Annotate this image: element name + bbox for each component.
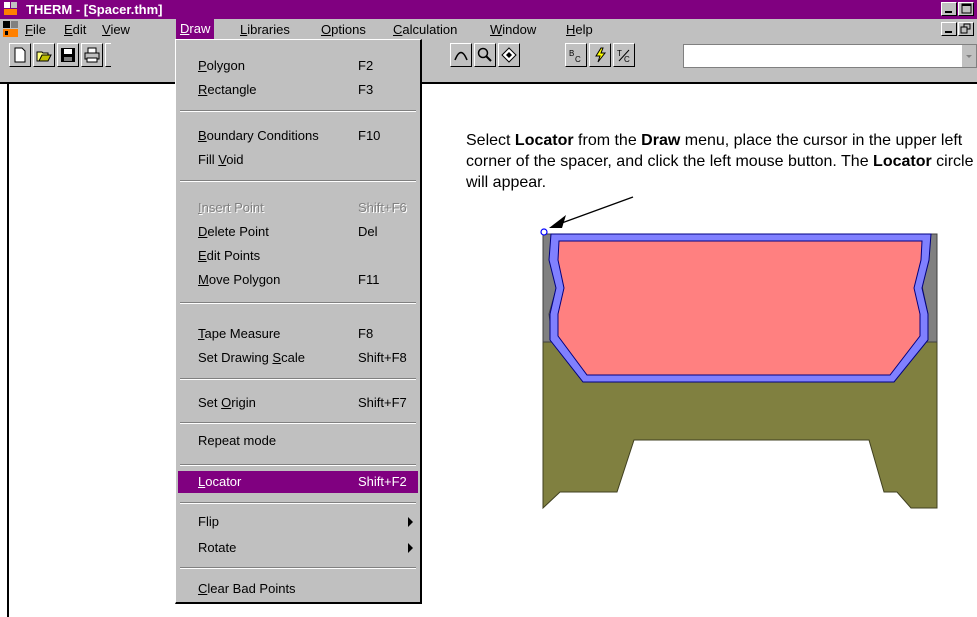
locator-circle[interactable] <box>540 228 548 236</box>
menu-item-rotate[interactable]: Rotate <box>178 537 418 559</box>
submenu-arrow-icon <box>408 517 413 527</box>
menu-item-move-polygon[interactable]: Move Polygon F11 <box>178 269 418 291</box>
menu-separator <box>180 378 416 380</box>
menu-separator <box>180 110 416 112</box>
menu-item-boundary-conditions[interactable]: Boundary Conditions F10 <box>178 125 418 147</box>
menu-item-set-origin[interactable]: Set Origin Shift+F7 <box>178 392 418 414</box>
menu-item-locator[interactable]: Locator Shift+F2 <box>178 471 418 493</box>
menu-item-edit-points[interactable]: Edit Points <box>178 245 418 267</box>
menu-item-repeat-mode[interactable]: Repeat mode <box>178 430 418 452</box>
menu-item-set-drawing-scale[interactable]: Set Drawing Scale Shift+F8 <box>178 347 418 369</box>
draw-menu-dropdown: Polygon F2 Rectangle F3 Boundary Conditi… <box>175 39 422 604</box>
arrow-head-icon <box>549 215 566 228</box>
instruction-caption: Select Locator from the Draw menu, place… <box>466 132 974 191</box>
menu-item-polygon[interactable]: Polygon F2 <box>178 55 418 77</box>
spacer-drawing <box>540 196 938 510</box>
menu-item-tape-measure[interactable]: Tape Measure F8 <box>178 323 418 345</box>
menu-separator <box>180 180 416 182</box>
menu-item-insert-point: Insert Point Shift+F6 <box>198 200 407 215</box>
menu-separator <box>180 567 416 569</box>
menu-item-fill-void[interactable]: Fill Void <box>178 149 418 171</box>
menu-item-delete-point[interactable]: Delete Point Del <box>178 221 418 243</box>
pointer-arrow <box>558 196 634 225</box>
menu-separator <box>180 502 416 504</box>
menu-item-flip[interactable]: Flip <box>178 511 418 533</box>
menu-item-clear-bad-points[interactable]: Clear Bad Points <box>178 578 418 600</box>
menu-item-rectangle[interactable]: Rectangle F3 <box>178 79 418 101</box>
menu-separator <box>180 302 416 304</box>
submenu-arrow-icon <box>408 543 413 553</box>
menu-separator <box>180 422 416 424</box>
spacer-cavity[interactable] <box>557 240 923 376</box>
menu-separator <box>180 464 416 466</box>
